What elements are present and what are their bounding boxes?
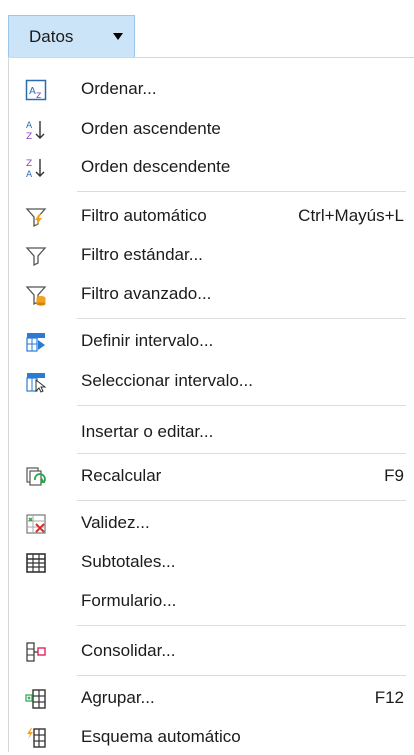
autofilter-icon — [25, 208, 47, 228]
sort-icon: A z — [25, 79, 47, 101]
menu-item-orden-descendente[interactable]: Z A Orden descendente — [9, 149, 414, 185]
menu-item-esquema-automatico[interactable]: Esquema automático — [9, 719, 414, 755]
standard-filter-icon — [25, 247, 47, 267]
sort-ascending-icon: A Z — [26, 121, 45, 141]
menu-separator — [77, 191, 406, 192]
define-range-icon — [26, 333, 45, 352]
menu-separator — [77, 625, 406, 626]
menu-item-filtro-automatico[interactable]: Filtro automático Ctrl+Mayús+L — [9, 198, 414, 234]
chevron-down-icon — [113, 33, 123, 40]
menu-separator — [77, 500, 406, 501]
svg-text:A: A — [26, 121, 33, 131]
shortcut-label: F9 — [384, 466, 404, 485]
menu-separator — [77, 318, 406, 319]
datos-menu-button[interactable]: Datos — [8, 15, 135, 57]
svg-text:z: z — [36, 90, 41, 101]
subtotals-icon — [26, 553, 46, 573]
menu-item-orden-ascendente[interactable]: A Z Orden ascendente — [9, 111, 414, 147]
menubar: Datos — [0, 0, 414, 58]
menu-item-filtro-estandar[interactable]: Filtro estándar... — [9, 237, 414, 273]
menu-item-formulario[interactable]: Formulario... — [9, 583, 414, 619]
validity-icon — [26, 514, 46, 534]
shortcut-label: F12 — [374, 688, 404, 707]
recalculate-icon — [26, 467, 46, 486]
group-icon — [25, 689, 46, 709]
menu-item-ordenar[interactable]: A z Ordenar... — [9, 71, 414, 107]
advanced-filter-icon — [25, 286, 47, 306]
sort-descending-icon: Z A — [26, 159, 45, 179]
datos-dropdown-menu: A z Ordenar... A Z Orden ascendente Z A … — [8, 57, 414, 752]
menu-item-subtotales[interactable]: Subtotales... — [9, 544, 414, 580]
menu-separator — [77, 675, 406, 676]
select-range-icon — [26, 373, 47, 393]
consolidate-icon — [26, 642, 46, 662]
menu-item-definir-intervalo[interactable]: Definir intervalo... — [9, 323, 414, 359]
menu-item-consolidar[interactable]: Consolidar... — [9, 633, 414, 669]
shortcut-label: Ctrl+Mayús+L — [298, 206, 404, 225]
menu-item-validez[interactable]: Validez... — [9, 505, 414, 541]
menu-item-filtro-avanzado[interactable]: Filtro avanzado... — [9, 276, 414, 312]
menu-item-recalcular[interactable]: Recalcular F9 — [9, 458, 414, 494]
menu-item-seleccionar-intervalo[interactable]: Seleccionar intervalo... — [9, 363, 414, 399]
auto-outline-icon — [27, 728, 46, 748]
menu-item-agrupar[interactable]: Agrupar... F12 — [9, 680, 414, 716]
svg-text:A: A — [26, 170, 33, 179]
datos-menu-label: Datos — [29, 26, 74, 46]
svg-text:Z: Z — [26, 159, 32, 169]
menu-separator — [77, 405, 406, 406]
menu-item-insertar-o-editar[interactable]: Insertar o editar... — [9, 414, 414, 450]
menu-separator — [77, 453, 406, 454]
svg-text:A: A — [29, 86, 36, 97]
svg-text:Z: Z — [26, 132, 32, 141]
